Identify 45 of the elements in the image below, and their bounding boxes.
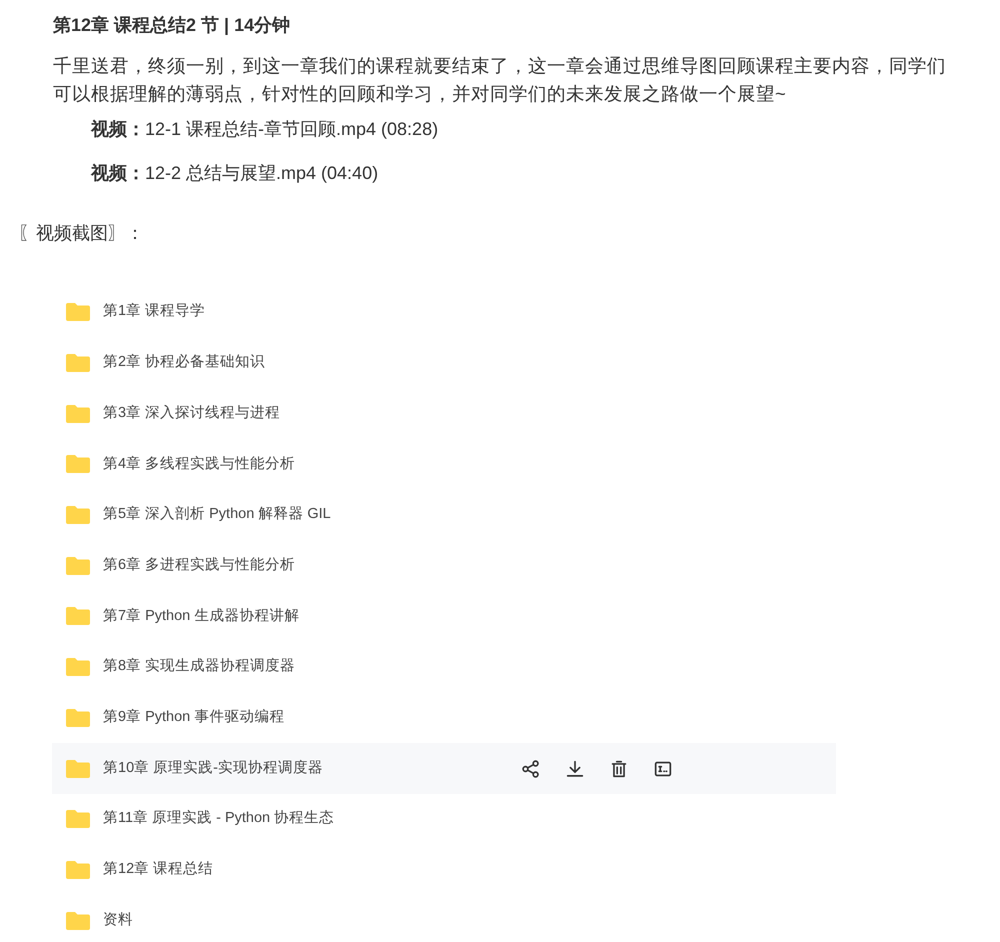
folder-name: 第1章 课程导学 [103,302,206,322]
folder-name: 第4章 多线程实践与性能分析 [103,454,296,474]
folder-row[interactable]: 资料 [52,895,836,942]
folder-name: 第8章 实现生成器协程调度器 [103,656,296,676]
folder-row[interactable]: 第2章 协程必备基础知识 [52,338,836,388]
folder-icon [65,758,91,779]
folder-name: 第10章 原理实践-实现协程调度器 [103,758,323,778]
folder-icon [65,910,91,931]
folder-row[interactable]: 第7章 Python 生成器协程讲解 [52,591,836,642]
folder-row[interactable]: 第3章 深入探讨线程与进程 [52,388,836,440]
screenshot-label: 〖视频截图〗： [18,222,145,245]
folder-name: 第11章 原理实践 - Python 协程生态 [103,808,334,828]
video-entry: 视频：12-2 总结与展望.mp4 (04:40) [91,162,380,185]
folder-name: 第3章 深入探讨线程与进程 [103,404,280,423]
section-heading: 第12章 课程总结2 节 | 14分钟 [53,14,292,37]
video-entry: 视频：12-1 课程总结-章节回顾.mp4 (08:28) [91,118,440,141]
folder-icon [65,302,91,322]
folder-row[interactable]: 第8章 实现生成器协程调度器 [52,642,836,692]
folder-name: 第2章 协程必备基础知识 [103,352,266,372]
folder-name: 第7章 Python 生成器协程讲解 [103,606,300,626]
folder-icon [65,404,91,424]
share-icon [520,758,542,780]
folder-name: 第9章 Python 事件驱动编程 [103,708,284,727]
folder-icon [65,353,91,374]
folder-icon [65,860,91,880]
folder-icon [65,809,91,830]
folder-row[interactable]: 第11章 原理实践 - Python 协程生态 [52,794,836,845]
folder-name: 第5章 深入剖析 Python 解释器 GIL [103,504,331,524]
folder-row[interactable]: 第4章 多线程实践与性能分析 [52,439,836,490]
folder-icon [65,606,91,626]
folder-name: 第12章 课程总结 [103,860,214,880]
folder-icon [65,505,91,526]
folder-row[interactable]: 第5章 深入剖析 Python 解释器 GIL [52,490,836,540]
folder-row[interactable]: 第9章 Python 事件驱动编程 [52,692,836,744]
folder-row[interactable]: 第10章 原理实践-实现协程调度器 [52,743,836,794]
folder-name: 资料 [103,910,133,930]
description-paragraph: 千里送君，终须一别，到这一章我们的课程就要结束了，这一章会通过思维导图回顾课程主要内容，同学们可以根据理解的薄弱点，针对性的回顾和学习，并对同学们的未来发展之路做一个展望~ [53,54,947,106]
folder-row[interactable]: 第6章 多进程实践与性能分析 [52,540,836,592]
folder-icon [65,657,91,678]
folder-icon [65,556,91,576]
folder-name: 第6章 多进程实践与性能分析 [103,556,296,575]
folder-row[interactable]: 第1章 课程导学 [52,287,836,338]
folder-row[interactable]: 第12章 课程总结 [52,844,836,896]
folder-icon [65,454,91,474]
folder-icon [65,708,91,728]
